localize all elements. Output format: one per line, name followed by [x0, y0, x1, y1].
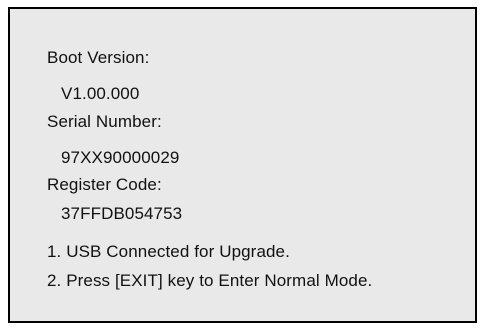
serial-number-label: Serial Number: [47, 112, 162, 131]
register-code-label: Register Code: [47, 175, 162, 194]
usb-upgrade-message: 1. USB Connected for Upgrade. [47, 242, 290, 261]
exit-instruction-message: 2. Press [EXIT] key to Enter Normal Mode… [47, 271, 373, 290]
serial-number-value: 97XX90000029 [61, 148, 180, 167]
boot-version-label: Boot Version: [47, 48, 150, 67]
boot-version-value: V1.00.000 [61, 84, 140, 103]
register-code-value: 37FFDB054753 [61, 204, 183, 223]
device-info-screen: Boot Version: V1.00.000 Serial Number: 9… [8, 7, 477, 323]
